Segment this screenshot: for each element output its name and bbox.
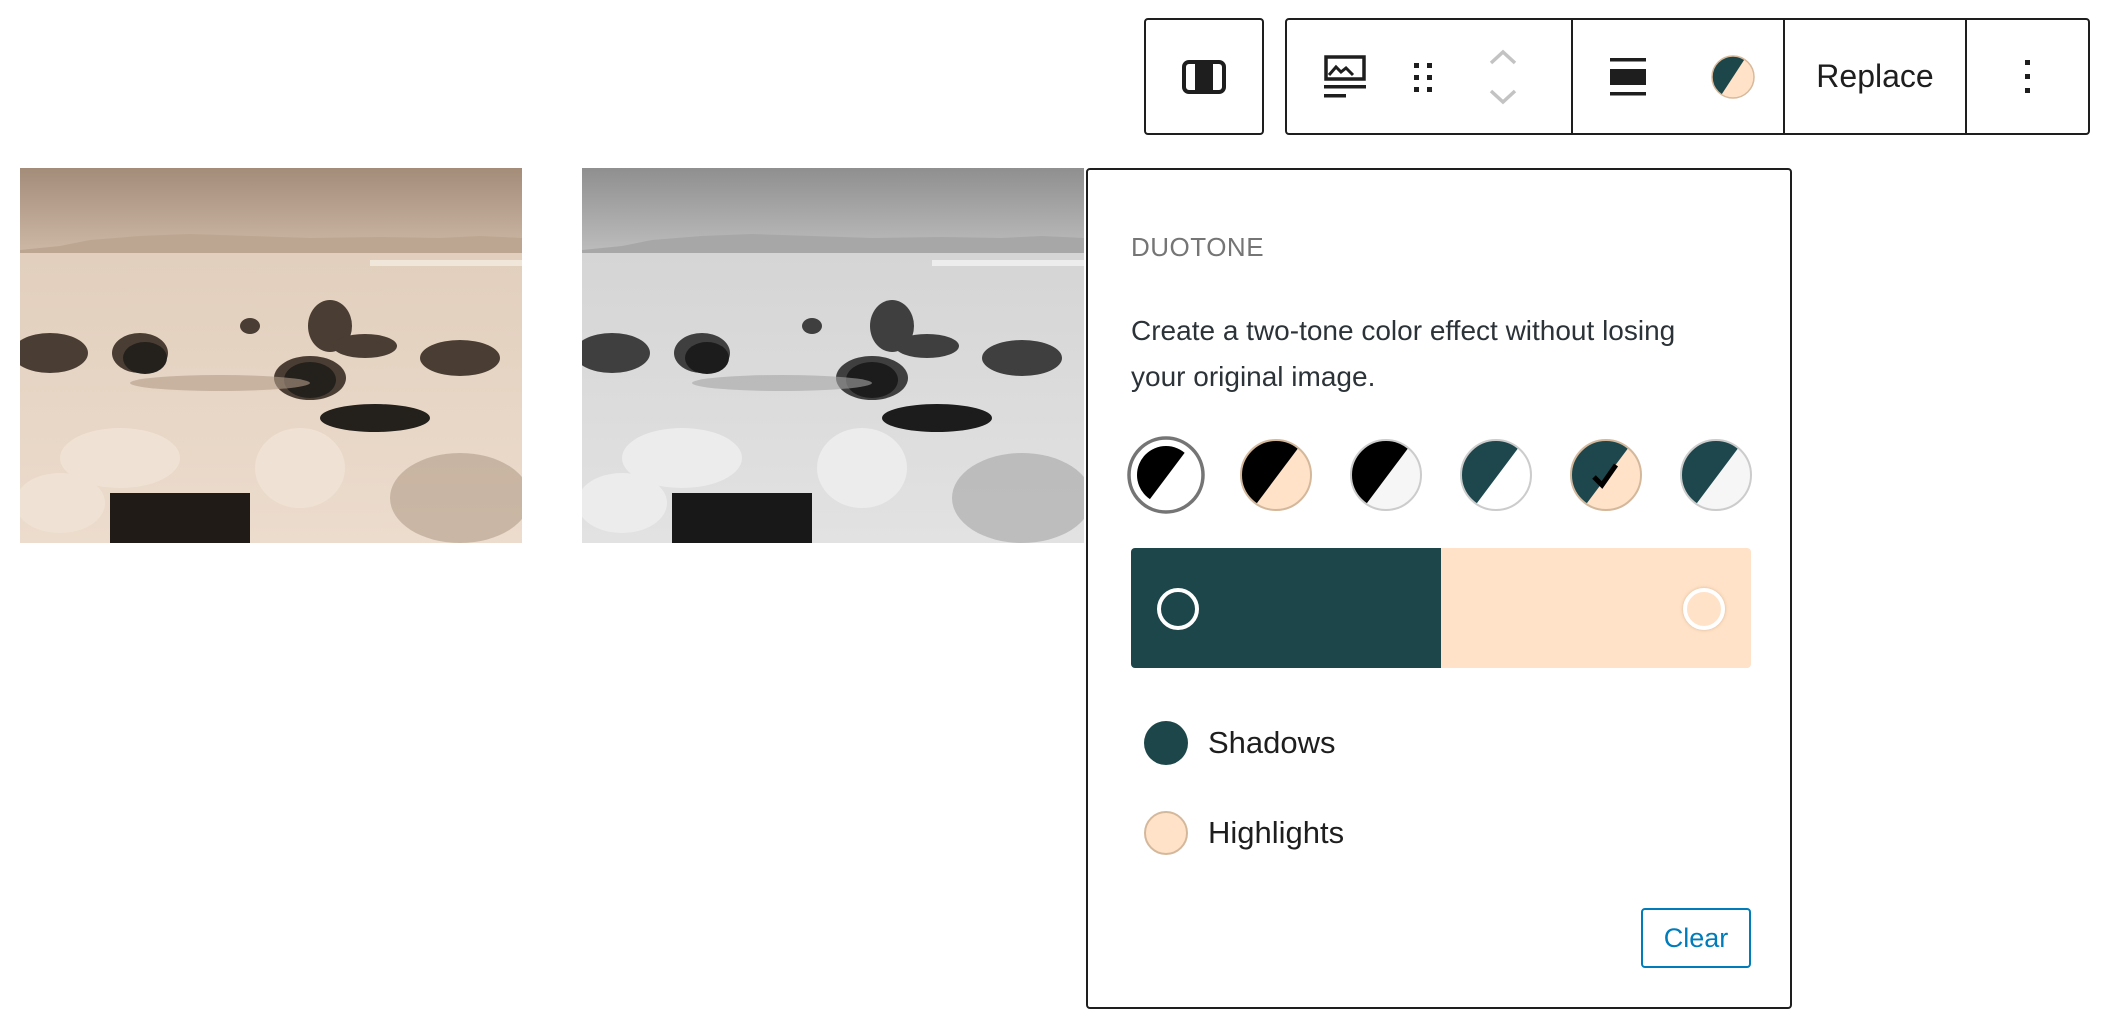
mover-controls — [1443, 20, 1563, 133]
chevron-down-icon — [1489, 89, 1517, 104]
gradient-shadow-segment — [1131, 548, 1441, 668]
block-toolbar-group-style — [1573, 20, 1785, 133]
shadow-color-handle[interactable] — [1157, 588, 1199, 630]
shadows-label: Shadows — [1208, 725, 1336, 760]
duotone-preset-black-light-gray[interactable] — [1346, 435, 1426, 515]
duotone-popover: DUOTONE Create a two-tone color effect w… — [1086, 168, 1792, 1009]
duotone-title: DUOTONE — [1131, 232, 1265, 262]
shadows-color-picker[interactable]: Shadows — [1144, 721, 1336, 765]
block-toolbar-group-block — [1287, 20, 1573, 133]
more-vertical-icon — [2024, 59, 2030, 93]
duotone-preset-teal-white[interactable] — [1456, 435, 1536, 515]
block-toolbar: Replace — [1285, 18, 2090, 135]
highlights-label: Highlights — [1208, 815, 1345, 850]
duotone-button[interactable] — [1683, 20, 1783, 133]
duotone-preset-black-peach[interactable] — [1236, 435, 1316, 515]
highlights-color-picker[interactable]: Highlights — [1144, 811, 1344, 855]
duotone-preset-teal-light-gray[interactable] — [1676, 435, 1756, 515]
move-down-button[interactable] — [1488, 77, 1518, 117]
duotone-swatch-icon — [1240, 439, 1312, 511]
highlight-color-handle[interactable] — [1683, 588, 1725, 630]
duotone-swatch-icon — [1127, 436, 1205, 514]
block-toolbar-group-replace: Replace — [1785, 20, 1967, 133]
block-type-image-button[interactable] — [1287, 20, 1403, 133]
duotone-icon — [1711, 54, 1755, 99]
replace-label: Replace — [1816, 58, 1934, 94]
duotone-presets — [1126, 435, 1766, 515]
parent-block-toolbar — [1144, 18, 1264, 135]
duotone-swatch-icon — [1460, 439, 1532, 511]
duotone-swatch-icon — [1350, 439, 1422, 511]
duotone-description: Create a two-tone color effect without l… — [1131, 315, 1676, 392]
gradient-highlight-segment — [1441, 548, 1751, 668]
align-button[interactable] — [1573, 20, 1683, 133]
image-duotone-preview[interactable] — [20, 168, 522, 543]
photo-sled-dogs-grayscale — [582, 168, 1084, 543]
columns-icon — [1182, 59, 1226, 94]
photo-sled-dogs-sepia — [20, 168, 522, 543]
highlights-color-indicator — [1144, 811, 1188, 855]
block-toolbar-group-more — [1967, 20, 2088, 133]
duotone-swatch-icon — [1570, 439, 1642, 511]
align-wide-icon — [1610, 57, 1646, 95]
chevron-up-icon — [1489, 49, 1517, 64]
duotone-preset-unset[interactable] — [1126, 435, 1206, 515]
clear-button[interactable]: Clear — [1641, 908, 1751, 968]
duotone-gradient-bar[interactable] — [1131, 548, 1751, 668]
duotone-swatch-icon — [1680, 439, 1752, 511]
replace-button[interactable]: Replace — [1785, 20, 1965, 133]
more-options-button[interactable] — [1967, 20, 2088, 133]
shadows-color-indicator — [1144, 721, 1188, 765]
image-original[interactable] — [582, 168, 1084, 543]
drag-handle-icon — [1414, 62, 1432, 92]
select-parent-columns-button[interactable] — [1146, 20, 1262, 133]
image-icon — [1324, 54, 1366, 97]
move-up-button[interactable] — [1488, 37, 1518, 77]
duotone-preset-teal-peach[interactable] — [1566, 435, 1646, 515]
drag-handle-button[interactable] — [1403, 20, 1443, 133]
